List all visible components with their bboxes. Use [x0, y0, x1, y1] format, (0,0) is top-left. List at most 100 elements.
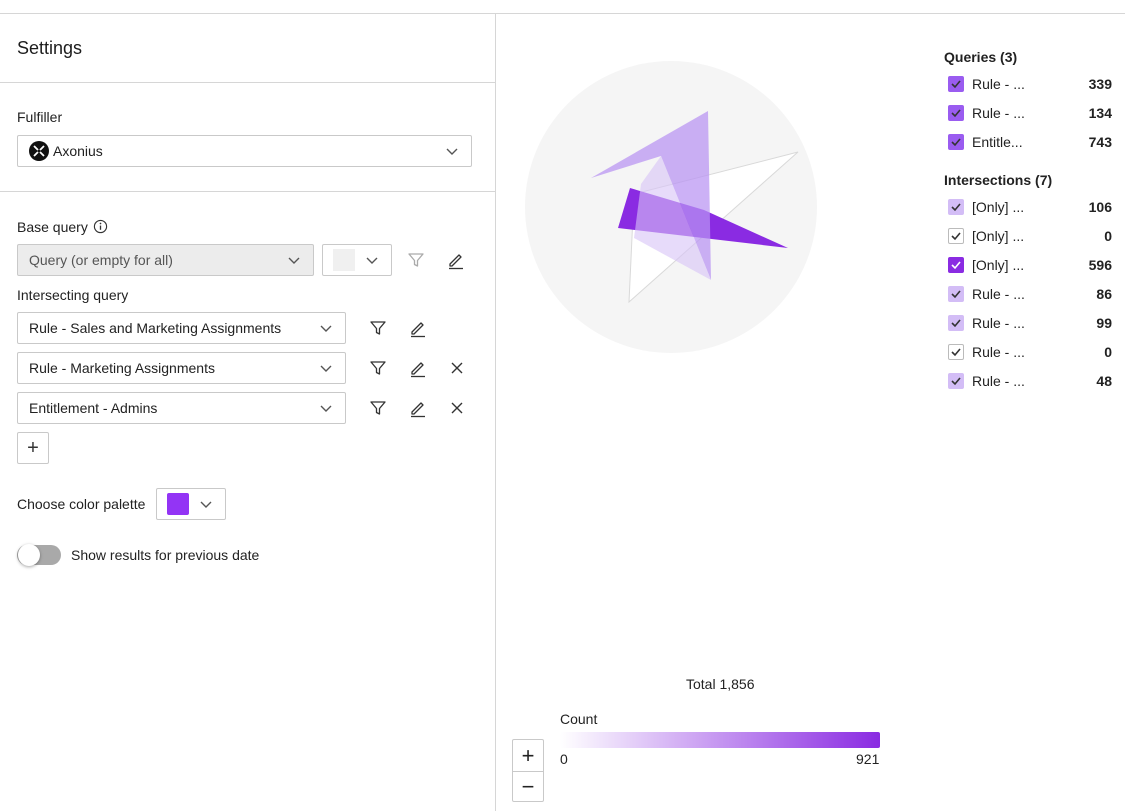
legend-value: 0 [1104, 344, 1112, 360]
checkbox[interactable] [948, 373, 964, 389]
info-icon[interactable] [93, 219, 108, 234]
query-2-filter-button[interactable] [367, 357, 389, 379]
edit-icon [411, 402, 425, 418]
check-icon [951, 80, 961, 89]
query-legend-item-2[interactable]: Rule - ... 134 [948, 103, 1112, 123]
legend-label: Rule - ... [972, 373, 1025, 389]
palette-swatch [167, 493, 189, 515]
filter-icon [408, 253, 424, 267]
base-query-edit-button[interactable] [445, 249, 467, 271]
chevron-down-icon [446, 148, 458, 155]
legend-value: 106 [1088, 199, 1112, 215]
checkbox[interactable] [948, 199, 964, 215]
color-palette-select[interactable] [156, 488, 226, 520]
intersecting-query-label: Intersecting query [17, 287, 129, 303]
legend-value: 743 [1088, 134, 1112, 150]
intersection-legend-item-3[interactable]: [Only] ... 596 [948, 255, 1112, 275]
close-icon [451, 362, 463, 374]
query-2-remove-button[interactable] [446, 357, 468, 379]
checkbox[interactable] [948, 315, 964, 331]
filter-icon [370, 321, 386, 335]
chevron-down-icon [320, 325, 332, 332]
legend-label: Rule - ... [972, 344, 1025, 360]
checkbox[interactable] [948, 344, 964, 360]
edit-icon [449, 254, 463, 270]
divider [0, 82, 495, 83]
checkbox[interactable] [948, 228, 964, 244]
intersection-legend-item-2[interactable]: [Only] ... 0 [948, 226, 1112, 246]
legend-label: [Only] ... [972, 257, 1025, 273]
chart-panel: Queries (3) Rule - ... 339 Rule - ... 134 En… [496, 14, 1125, 811]
check-icon [951, 109, 961, 118]
legend-label: Rule - ... [972, 315, 1025, 331]
color-palette-label: Choose color palette [17, 496, 146, 512]
base-query-filter-button[interactable] [405, 249, 427, 271]
intersection-legend-item-7[interactable]: Rule - ... 48 [948, 371, 1112, 391]
intersection-legend-item-4[interactable]: Rule - ... 86 [948, 284, 1112, 304]
check-icon [951, 290, 961, 299]
query-legend-item-3[interactable]: Entitle... 743 [948, 132, 1112, 152]
query-3-filter-button[interactable] [367, 397, 389, 419]
legend-value: 596 [1088, 257, 1112, 273]
query-legend-item-1[interactable]: Rule - ... 339 [948, 74, 1112, 94]
edit-icon [411, 322, 425, 338]
check-icon [951, 348, 961, 357]
base-query-placeholder: Query (or empty for all) [29, 252, 173, 268]
intersecting-query-select-3[interactable]: Entitlement - Admins [17, 392, 346, 424]
check-icon [951, 377, 961, 386]
queries-heading: Queries (3) [944, 49, 1018, 65]
checkbox[interactable] [948, 257, 964, 273]
toggle-knob [18, 544, 40, 566]
intersections-heading: Intersections (7) [944, 172, 1053, 188]
checkbox[interactable] [948, 134, 964, 150]
intersecting-query-select-1[interactable]: Rule - Sales and Marketing Assignments [17, 312, 346, 344]
check-icon [951, 232, 961, 241]
query-3-edit-button[interactable] [407, 397, 429, 419]
zoom-in-button[interactable]: + [513, 740, 543, 771]
count-legend-label: Count [560, 711, 598, 727]
intersection-legend-item-1[interactable]: [Only] ... 106 [948, 197, 1112, 217]
axonius-logo-icon [29, 141, 49, 161]
chevron-down-icon [320, 365, 332, 372]
previous-date-label: Show results for previous date [71, 547, 260, 563]
check-icon [951, 319, 961, 328]
query-3-remove-button[interactable] [446, 397, 468, 419]
chevron-down-icon [320, 405, 332, 412]
settings-panel: Settings Fulfiller Axonius Base query Qu… [0, 14, 496, 811]
total-count: Total 1,856 [686, 676, 755, 692]
intersecting-query-select-2[interactable]: Rule - Marketing Assignments [17, 352, 346, 384]
intersection-legend-item-5[interactable]: Rule - ... 99 [948, 313, 1112, 333]
legend-label: [Only] ... [972, 199, 1025, 215]
legend-label: Rule - ... [972, 286, 1025, 302]
chevron-down-icon [366, 257, 378, 264]
add-query-button[interactable]: + [17, 432, 49, 464]
base-query-label: Base query [17, 219, 88, 235]
intersecting-query-value: Entitlement - Admins [29, 400, 158, 416]
intersection-legend-item-6[interactable]: Rule - ... 0 [948, 342, 1112, 362]
legend-value: 99 [1096, 315, 1112, 331]
intersecting-query-value: Rule - Marketing Assignments [29, 360, 215, 376]
check-icon [951, 203, 961, 212]
checkbox[interactable] [948, 76, 964, 92]
query-1-filter-button[interactable] [367, 317, 389, 339]
edit-icon [411, 362, 425, 378]
checkbox[interactable] [948, 286, 964, 302]
zoom-out-button[interactable]: − [513, 771, 543, 802]
legend-value: 134 [1088, 105, 1112, 121]
page-title: Settings [17, 38, 83, 58]
query-2-edit-button[interactable] [407, 357, 429, 379]
legend-label: [Only] ... [972, 228, 1025, 244]
previous-date-toggle[interactable] [17, 544, 61, 566]
legend-value: 86 [1096, 286, 1112, 302]
filter-icon [370, 401, 386, 415]
checkbox[interactable] [948, 105, 964, 121]
fulfiller-select[interactable]: Axonius [17, 135, 472, 167]
base-query-color-select[interactable] [322, 244, 392, 276]
chevron-down-icon [288, 257, 300, 264]
query-1-edit-button[interactable] [407, 317, 429, 339]
check-icon [951, 261, 961, 270]
fulfiller-label: Fulfiller [17, 109, 63, 125]
legend-value: 0 [1104, 228, 1112, 244]
legend-value: 339 [1088, 76, 1112, 92]
base-query-select[interactable]: Query (or empty for all) [17, 244, 314, 276]
